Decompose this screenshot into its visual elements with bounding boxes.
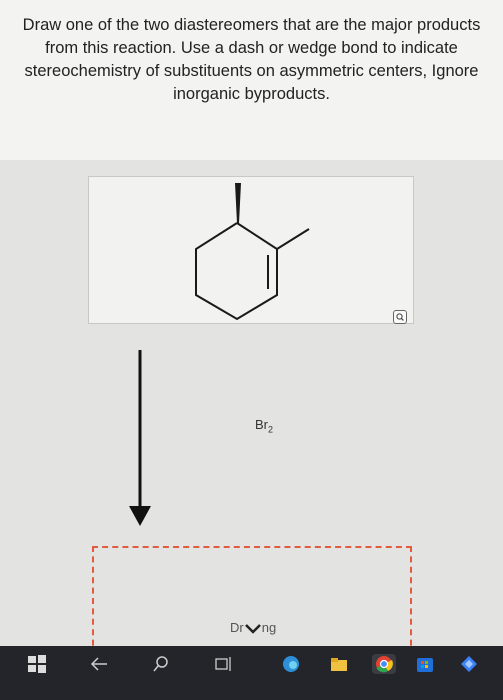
chrome-icon[interactable]: [370, 646, 398, 682]
answer-drawing-area[interactable]: [92, 546, 412, 656]
reaction-arrow: [129, 350, 151, 526]
edge-browser-icon[interactable]: [280, 646, 302, 682]
question-panel: Draw one of the two diastereomers that a…: [0, 0, 503, 160]
reagent-subscript: 2: [268, 424, 274, 435]
methyl-bond: [276, 228, 310, 250]
task-view-icon[interactable]: [213, 646, 235, 682]
search-icon[interactable]: [150, 646, 172, 682]
zoom-icon[interactable]: [393, 310, 407, 324]
question-text: Draw one of the two diastereomers that a…: [22, 16, 481, 103]
drawing-label-left: Dr: [230, 620, 244, 635]
back-arrow-icon[interactable]: [88, 646, 110, 682]
windows-start-icon[interactable]: [25, 646, 49, 682]
chevron-down-icon[interactable]: [244, 623, 262, 635]
drawing-label-right: ng: [261, 620, 277, 635]
wedge-bond: [235, 183, 241, 223]
reagent-label: Br2: [255, 417, 273, 435]
drawing-label[interactable]: Dr ng: [230, 620, 276, 635]
store-icon[interactable]: [414, 646, 436, 682]
cyclohexene-ring: [195, 222, 278, 321]
starting-material-structure: [195, 183, 310, 321]
file-explorer-icon[interactable]: [328, 646, 350, 682]
app-icon[interactable]: [458, 646, 480, 682]
taskbar: [0, 646, 503, 700]
starting-material-box[interactable]: [88, 176, 414, 324]
reagent-symbol: Br: [255, 417, 268, 432]
